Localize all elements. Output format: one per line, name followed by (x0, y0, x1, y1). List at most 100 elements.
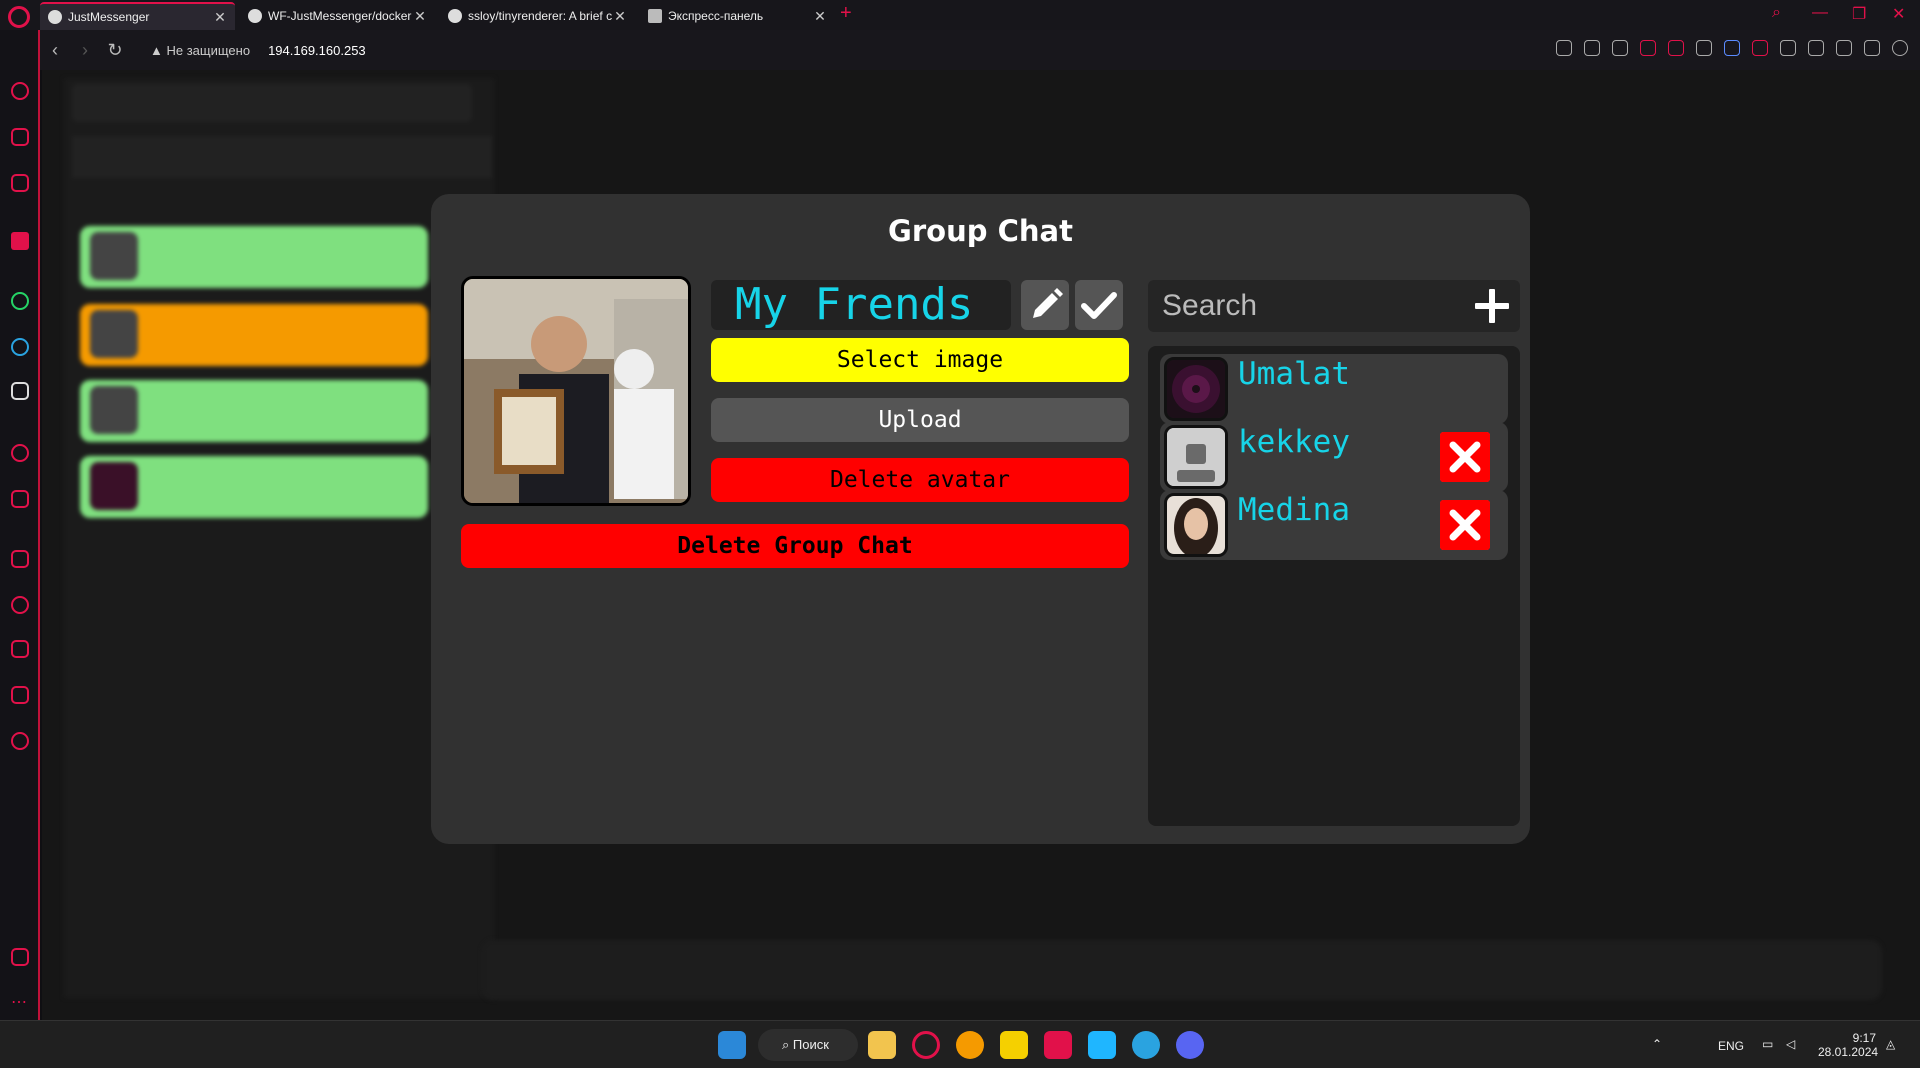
avatar (90, 310, 138, 358)
close-tab-icon[interactable]: ✕ (613, 8, 627, 25)
edit-name-button[interactable] (1021, 280, 1069, 330)
chat-item (80, 380, 428, 442)
members-list: Umalat kekkey Medina (1148, 346, 1520, 826)
close-tab-icon[interactable]: ✕ (413, 8, 427, 25)
close-tab-icon[interactable]: ✕ (213, 9, 227, 26)
restore-button[interactable]: ❐ (1852, 4, 1866, 24)
group-avatar-photo (464, 279, 688, 503)
opera-menu-icon[interactable] (8, 6, 30, 28)
security-warning[interactable]: ▲ Не защищено (150, 43, 250, 58)
clock-date: 28.01.2024 (1818, 1045, 1879, 1059)
network-icon[interactable]: ▭ (1762, 1037, 1773, 1051)
tab-justmessenger[interactable]: JustMessenger ✕ (40, 2, 235, 30)
play-icon[interactable] (1668, 40, 1684, 56)
browser-toolbar-icons (1556, 40, 1908, 56)
player-icon[interactable] (11, 444, 29, 462)
reload-icon[interactable]: ↻ (100, 40, 130, 61)
start-icon[interactable] (718, 1031, 746, 1059)
discord-icon[interactable] (11, 382, 29, 400)
group-name-text: My Frends (735, 279, 974, 330)
heart-icon[interactable] (1696, 40, 1712, 56)
intellij-icon[interactable] (1044, 1031, 1072, 1059)
close-window-button[interactable]: ✕ (1892, 4, 1905, 24)
clock[interactable]: 9:17 28.01.2024 (1818, 1031, 1879, 1059)
more-icon[interactable]: ⋯ (11, 992, 29, 1011)
close-tab-icon[interactable]: ✕ (813, 8, 827, 25)
whatsapp-icon[interactable] (11, 292, 29, 310)
github-icon (248, 9, 262, 23)
vpn-icon[interactable] (1780, 40, 1796, 56)
emoji-icon[interactable] (1556, 40, 1572, 56)
settings-icon[interactable] (11, 732, 29, 750)
group-name-field[interactable]: My Frends (711, 280, 1011, 330)
camera-icon[interactable] (1612, 40, 1628, 56)
add-member-button[interactable] (1472, 286, 1512, 326)
member-search (1148, 280, 1520, 332)
discord-icon[interactable] (1176, 1031, 1204, 1059)
extensions-icon[interactable] (11, 686, 29, 704)
volume-icon[interactable]: ◁ (1786, 1037, 1795, 1051)
member-item-kekkey[interactable]: kekkey (1160, 422, 1508, 492)
edit-icon[interactable] (1584, 40, 1600, 56)
search-tabs-icon[interactable]: ⌕ (1772, 4, 1781, 22)
downloads-icon[interactable] (11, 640, 29, 658)
avatar (1164, 425, 1228, 489)
profile-icon[interactable] (1892, 40, 1908, 56)
pin-board-icon[interactable] (11, 550, 29, 568)
globe-icon (48, 10, 62, 24)
file-explorer-icon[interactable] (868, 1031, 896, 1059)
security-label: Не защищено (166, 42, 251, 58)
plus-icon (1475, 289, 1509, 323)
adblock-icon[interactable] (1752, 40, 1768, 56)
language-indicator[interactable]: ENG (1718, 1039, 1744, 1053)
opera-icon[interactable] (912, 1031, 940, 1059)
select-image-button[interactable]: Select image (711, 338, 1129, 382)
chat-item (80, 304, 428, 366)
box-icon[interactable] (1808, 40, 1824, 56)
translate-icon[interactable] (1724, 40, 1740, 56)
taskbar-search[interactable]: ⌕ Поиск (758, 1029, 858, 1061)
avatar (90, 386, 138, 434)
new-tab-button[interactable]: + (840, 2, 852, 25)
tab-github-docker[interactable]: WF-JustMessenger/docker ✕ (240, 2, 435, 30)
minimize-button[interactable]: — (1812, 4, 1828, 22)
menu-icon[interactable] (1864, 40, 1880, 56)
app-icon[interactable] (1000, 1031, 1028, 1059)
delete-group-chat-button[interactable]: Delete Group Chat (461, 524, 1129, 568)
tab-title: ssloy/tinyrenderer: A brief c (468, 9, 613, 23)
remove-member-button[interactable] (1440, 500, 1490, 550)
member-item-medina[interactable]: Medina (1160, 490, 1508, 560)
tray-chevron-icon[interactable]: ⌃ (1652, 1037, 1662, 1051)
member-search-input[interactable] (1148, 280, 1448, 332)
webstorm-icon[interactable] (1088, 1031, 1116, 1059)
browser-sidebar: ⋯ (0, 30, 40, 1020)
chat-tabs-blurred (72, 136, 492, 178)
tab-title: Экспресс-панель (668, 9, 764, 23)
upload-button[interactable]: Upload (711, 398, 1129, 442)
history-icon[interactable] (11, 596, 29, 614)
tab-express-panel[interactable]: Экспресс-панель ✕ (640, 2, 835, 30)
close-icon (1440, 432, 1490, 482)
url-field[interactable]: 194.169.160.253 (268, 43, 366, 58)
aria-icon[interactable] (11, 232, 29, 250)
notification-icon[interactable]: ◬ (1886, 1037, 1895, 1051)
app-icon[interactable] (956, 1031, 984, 1059)
remove-member-button[interactable] (1440, 432, 1490, 482)
speed-dial-icon[interactable] (11, 82, 29, 100)
telegram-icon[interactable] (11, 338, 29, 356)
download-icon[interactable] (1836, 40, 1852, 56)
avatar (1164, 357, 1228, 421)
send-icon[interactable] (11, 490, 29, 508)
tab-github-tinyrenderer[interactable]: ssloy/tinyrenderer: A brief c ✕ (440, 2, 635, 30)
image-icon[interactable] (11, 948, 29, 966)
confirm-name-button[interactable] (1075, 280, 1123, 330)
back-icon[interactable]: ‹ (40, 40, 70, 61)
grid-icon (648, 9, 662, 23)
bag-icon[interactable] (11, 128, 29, 146)
shield-icon[interactable] (1640, 40, 1656, 56)
news-icon[interactable] (11, 174, 29, 192)
forward-icon[interactable]: › (70, 40, 100, 61)
telegram-icon[interactable] (1132, 1031, 1160, 1059)
delete-avatar-button[interactable]: Delete avatar (711, 458, 1129, 502)
member-item-umalat[interactable]: Umalat (1160, 354, 1508, 424)
